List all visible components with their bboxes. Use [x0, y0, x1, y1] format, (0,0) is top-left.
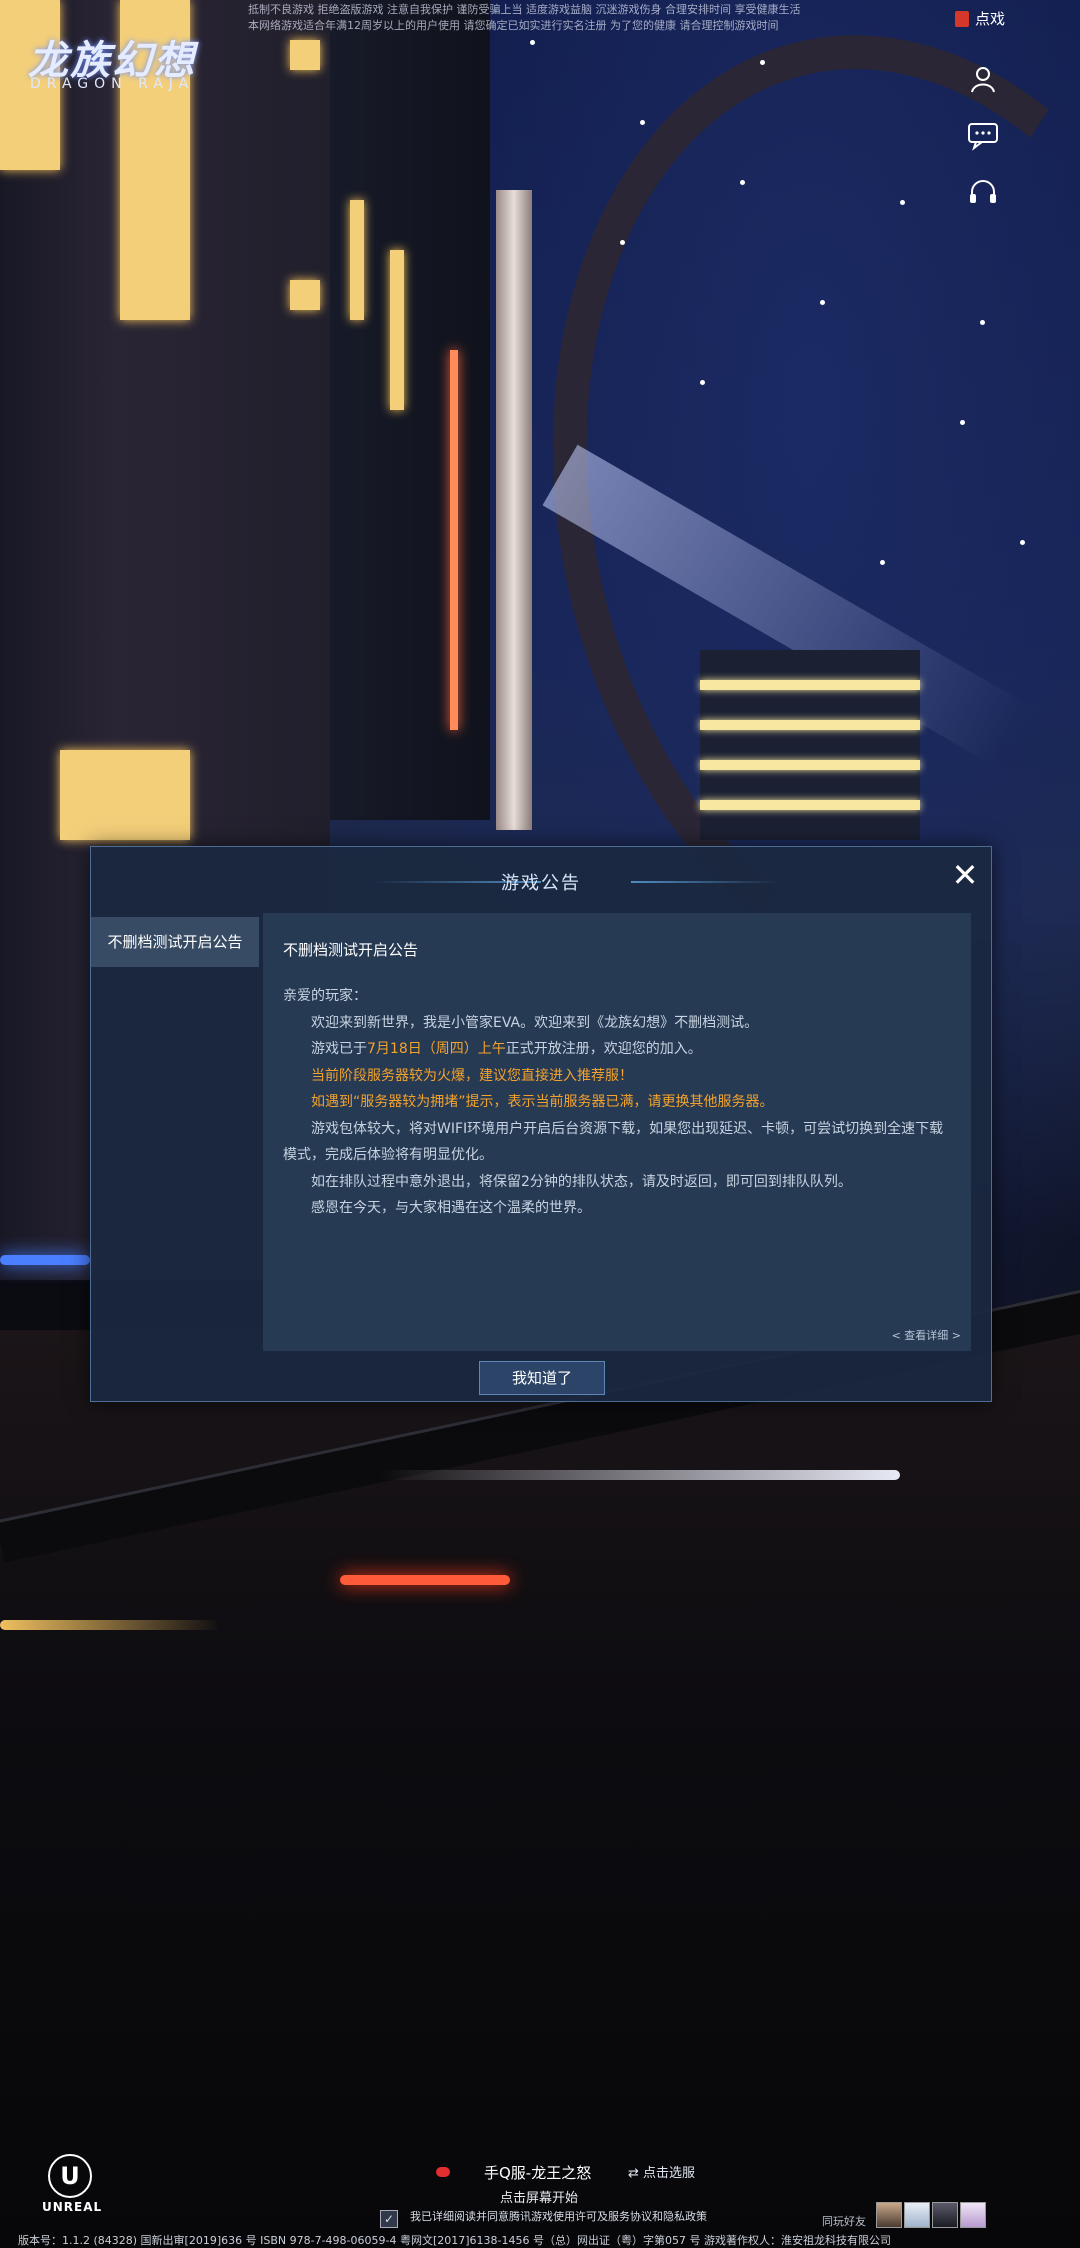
content-title: 不删档测试开启公告 — [283, 941, 419, 959]
light-streak — [0, 1620, 220, 1630]
footer-copyright: 版本号：1.1.2 (84328) 国新出审[2019]636 号 ISBN 9… — [18, 2234, 891, 2247]
paragraph-open-date: 游戏已于7月18日（周四）上午正式开放注册，欢迎您的加入。 — [283, 1036, 953, 1063]
logo-subtitle: DRAGON RAJA — [30, 76, 195, 92]
star — [640, 120, 645, 125]
server-name: 手Q服-龙王之怒 — [484, 2164, 592, 2182]
dialog-title: 游戏公告 — [501, 873, 581, 894]
friend-avatar[interactable] — [932, 2202, 958, 2228]
star — [900, 200, 905, 205]
server-status-icon — [436, 2167, 450, 2177]
headset-icon[interactable] — [966, 176, 1000, 210]
health-notice-line2: 本网络游戏适合年满12周岁以上的用户使用 请您确定已如实进行实名注册 为了您的健… — [248, 19, 779, 32]
paragraph-server-hot: 当前阶段服务器较为火爆，建议您直接进入推荐服！ — [311, 1067, 633, 1084]
game-logo: 龙族幻想 DRAGON RAJA — [28, 28, 218, 118]
street-pole — [496, 190, 532, 830]
star — [530, 40, 535, 45]
paragraph-thanks: 感恩在今天，与大家相遇在这个温柔的世界。 — [311, 1200, 591, 1216]
star — [700, 380, 705, 385]
star — [980, 320, 985, 325]
tower-lights — [700, 800, 920, 810]
health-notice-line1: 抵制不良游戏 拒绝盗版游戏 注意自我保护 谨防受骗上当 适度游戏益脑 沉迷游戏伤… — [248, 3, 801, 16]
building-window — [390, 250, 404, 410]
agreement-checkbox[interactable]: ✓ — [380, 2210, 398, 2228]
content-body: 亲爱的玩家： 欢迎来到新世界，我是小管家EVA。欢迎来到《龙族幻想》不删档测试。… — [283, 983, 953, 1222]
dianxi-label: 点戏 — [975, 10, 1006, 28]
tap-to-start[interactable]: 点击屏幕开始 — [500, 2187, 578, 2206]
acknowledge-button[interactable]: 我知道了 — [479, 1361, 605, 1395]
star — [1020, 540, 1025, 545]
unreal-label: UNREAL — [42, 2200, 103, 2214]
paragraph-download: 游戏包体较大，将对WIFI环境用户开启后台资源下载，如果您出现延迟、卡顿，可尝试… — [283, 1120, 944, 1164]
friend-avatar[interactable] — [904, 2202, 930, 2228]
building-window — [60, 750, 190, 840]
friend-avatar[interactable] — [960, 2202, 986, 2228]
star — [960, 420, 965, 425]
chat-icon[interactable] — [966, 118, 1000, 152]
tower-lights — [700, 760, 920, 770]
agreement: ✓ 我已详细阅读并同意腾讯游戏使用许可及服务协议和隐私政策 — [380, 2208, 707, 2228]
close-icon[interactable]: ✕ — [947, 857, 983, 893]
announcement-content: 不删档测试开启公告 亲爱的玩家： 欢迎来到新世界，我是小管家EVA。欢迎来到《龙… — [263, 913, 971, 1351]
building-window — [350, 200, 364, 320]
star — [760, 60, 765, 65]
distant-tower — [700, 650, 920, 840]
neon-strip — [450, 350, 458, 730]
paragraph-server-full: 如遇到“服务器较为拥堵”提示，表示当前服务器已满，请更换其他服务器。 — [311, 1094, 774, 1110]
light-streak — [380, 1470, 900, 1480]
open-date-prefix: 游戏已于 — [311, 1041, 367, 1057]
tower-lights — [700, 720, 920, 730]
unreal-engine-logo: U UNREAL — [42, 2154, 103, 2214]
tail-light-streak — [340, 1575, 510, 1585]
building-window — [290, 40, 320, 70]
dianxi-icon — [955, 11, 969, 27]
announcement-dialog: 游戏公告 ✕ 不删档测试开启公告 不删档测试开启公告 亲爱的玩家： 欢迎来到新世… — [90, 846, 992, 1402]
open-date-suffix: 正式开放注册，欢迎您的加入。 — [505, 1041, 702, 1057]
user-icon[interactable] — [966, 62, 1000, 96]
road-surface — [0, 1330, 1080, 2248]
building-window — [290, 280, 320, 310]
tab-announcement[interactable]: 不删档测试开启公告 — [91, 917, 259, 967]
view-detail-link[interactable]: < 查看详细 > — [892, 1327, 961, 1343]
agreement-text[interactable]: 我已详细阅读并同意腾讯游戏使用许可及服务协议和隐私政策 — [410, 2210, 707, 2223]
open-date: 7月18日（周四）上午 — [367, 1041, 506, 1057]
health-notice: 抵制不良游戏 拒绝盗版游戏 注意自我保护 谨防受骗上当 适度游戏益脑 沉迷游戏伤… — [248, 2, 828, 34]
blue-light — [0, 1255, 90, 1265]
star — [880, 560, 885, 565]
friend-avatar[interactable] — [876, 2202, 902, 2228]
star — [620, 240, 625, 245]
friends-label: 同玩好友 — [822, 2215, 866, 2228]
paragraph-welcome: 欢迎来到新世界，我是小管家EVA。欢迎来到《龙族幻想》不删档测试。 — [311, 1014, 759, 1031]
paragraph-queue: 如在排队过程中意外退出，将保留2分钟的排队状态，请及时返回，即可回到排队队列。 — [311, 1173, 852, 1190]
server-display[interactable]: 手Q服-龙王之怒 — [436, 2162, 591, 2183]
greeting: 亲爱的玩家： — [283, 988, 367, 1004]
star — [740, 180, 745, 185]
select-server-button[interactable]: ⇄ 点击选服 — [628, 2162, 695, 2181]
star — [820, 300, 825, 305]
unreal-icon: U — [48, 2154, 92, 2198]
dianxi-button[interactable]: 点戏 — [955, 8, 1005, 29]
tower-lights — [700, 680, 920, 690]
